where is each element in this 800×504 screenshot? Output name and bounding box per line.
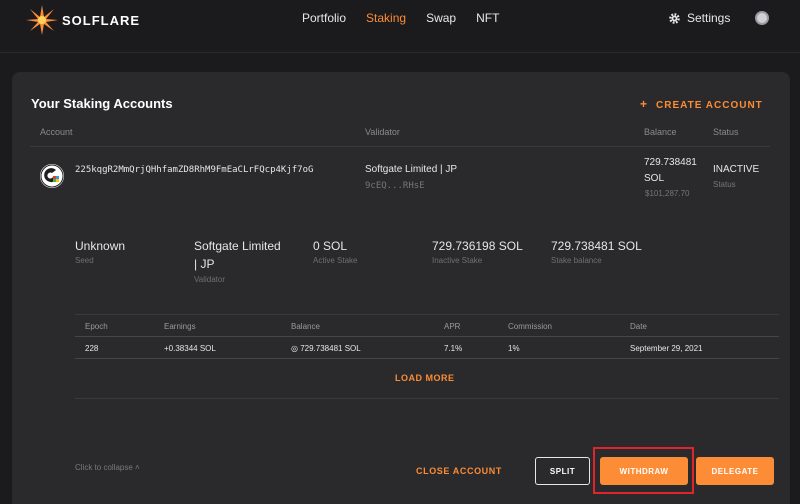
stake-balance-label: Stake balance [551,256,602,265]
solflare-logo-icon [26,5,58,35]
epoch-cell-balance: ◎ 729.738481 SOL [291,344,361,353]
epoch-table-end-line [75,398,779,399]
epoch-table-top-line [75,314,779,315]
detail-validator-region: | JP [194,257,215,271]
detail-validator-label: Validator [194,275,225,284]
account-address[interactable]: 225kqgR2MmQrjQHhfamZD8RhM9FmEaCLrFQcp4Kj… [75,165,313,175]
validator-name: Softgate Limited | JP [365,164,458,175]
validator-avatar-icon [40,164,64,188]
settings-button[interactable]: Settings [668,11,730,25]
epoch-cell-commission: 1% [508,344,520,353]
create-account-button[interactable]: + CREATE ACCOUNT [640,97,763,111]
network-globe-icon[interactable] [755,11,769,25]
validator-address: 9cEQ...RHsE [365,181,425,191]
withdraw-button[interactable]: WITHDRAW [600,457,688,485]
stake-balance-value: 729.738481 SOL [551,239,642,253]
epoch-header-apr: APR [444,322,461,331]
logo[interactable]: SOLFLARE [24,3,140,37]
status-badge: INACTIVE [713,164,760,175]
balance-amount: 729.738481 [644,157,697,168]
page-title: Your Staking Accounts [31,96,173,111]
inactive-stake-value: 729.736198 SOL [432,239,523,253]
column-header-validator: Validator [365,127,400,137]
active-stake-label: Active Stake [313,256,358,265]
detail-validator-name: Softgate Limited [194,239,281,253]
load-more-button[interactable]: LOAD MORE [395,373,455,383]
column-header-account: Account [40,127,73,137]
close-account-button[interactable]: CLOSE ACCOUNT [416,466,502,476]
create-account-label: CREATE ACCOUNT [656,100,763,111]
main-nav: Portfolio Staking Swap NFT [302,11,519,25]
detail-validator-value: Softgate Limited | JP [194,237,304,273]
epoch-header-commission: Commission [508,322,553,331]
balance-usd: $101,287.70 [645,189,690,198]
header-divider [0,52,800,53]
settings-label: Settings [687,11,731,25]
nav-staking[interactable]: Staking [366,11,406,25]
nav-nft[interactable]: NFT [476,11,499,25]
inactive-stake-label: Inactive Stake [432,256,483,265]
split-button[interactable]: SPLIT [535,457,590,485]
nav-swap[interactable]: Swap [426,11,456,25]
epoch-header-earnings: Earnings [164,322,196,331]
active-stake-value: 0 SOL [313,239,348,253]
seed-label: Seed [75,256,94,265]
column-header-balance: Balance [644,127,677,137]
status-label: Status [713,180,736,189]
seed-value: Unknown [75,239,126,253]
top-bar: SOLFLARE Portfolio Staking Swap NFT Sett… [0,0,800,40]
epoch-table-header-line [75,336,779,337]
epoch-cell-date: September 29, 2021 [630,344,703,353]
gear-icon [669,12,680,24]
delegate-button[interactable]: DELEGATE [696,457,774,485]
plus-icon: + [640,97,649,111]
collapse-toggle[interactable]: Click to collapse ˄ [75,463,140,472]
account-balance: 729.738481 SOL [644,155,704,187]
column-header-status: Status [713,127,739,137]
epoch-header-date: Date [630,322,647,331]
brand-name: SOLFLARE [62,12,141,28]
epoch-cell-apr: 7.1% [444,344,463,353]
epoch-header-epoch: Epoch [85,322,108,331]
epoch-table-row-line [75,358,779,359]
epoch-header-balance: Balance [291,322,320,331]
nav-portfolio[interactable]: Portfolio [302,11,346,25]
epoch-cell-earnings: +0.38344 SOL [164,344,216,353]
balance-unit: SOL [644,173,665,184]
staking-accounts-panel: Your Staking Accounts + CREATE ACCOUNT Ac… [12,72,790,504]
epoch-cell-epoch: 228 [85,344,99,353]
